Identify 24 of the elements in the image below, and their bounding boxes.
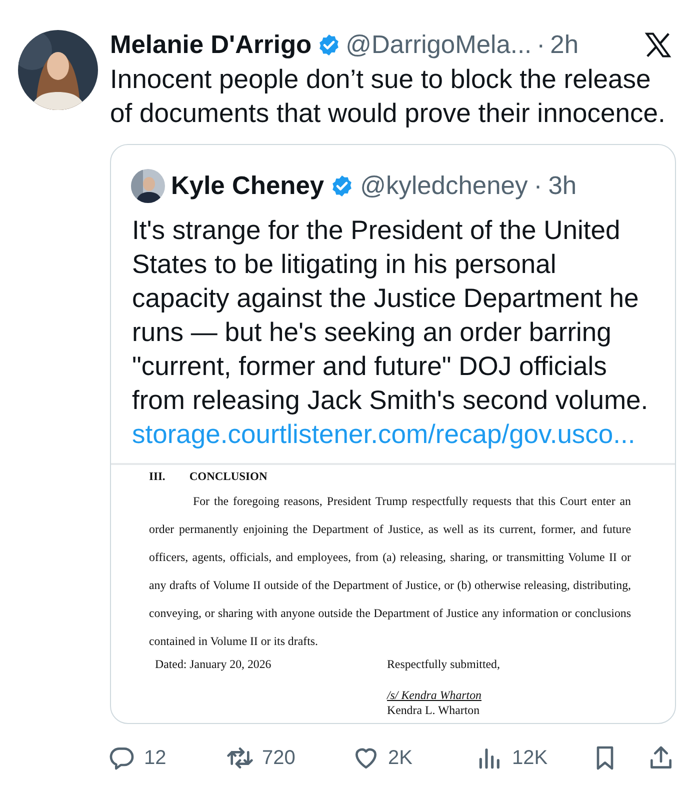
quoted-post-card[interactable] bbox=[110, 144, 676, 724]
closing-line: Respectfully submitted, bbox=[387, 657, 501, 672]
views-button[interactable]: 12K bbox=[476, 744, 591, 772]
date-line: Dated: January 20, 2026 bbox=[155, 657, 272, 673]
document-paragraph: For the foregoing reasons, President Trump respectfully requests that this Court enter an order permanently enjoining the Department of Justice, as well as its current, former, and future officers, agents, officials, and employees, from (a) releasing, sharing, or transmitting Volume II or any drafts of Volume II outside of the Department of Justice, or (b) otherwise releasing, distributing, conveying, or sharing with anyone outside the Department of Justice any information or conclusions contained in Volume II or its drafts. bbox=[149, 493, 631, 650]
separator-dot: · bbox=[534, 172, 542, 200]
author-handle[interactable]: @kyledcheney bbox=[360, 172, 528, 200]
avatar[interactable] bbox=[131, 169, 165, 203]
quoted-post-text: It's strange for the President of the United States to be litigating in his personal capacity against the Justice Department he runs — but he's seeking an order barring "current, former and future" DOJ officials from releasing Jack Smith's second volume. bbox=[131, 214, 650, 417]
section-number: III. bbox=[149, 471, 166, 483]
signer-name: Kendra L. Wharton bbox=[387, 703, 481, 718]
author-name[interactable]: Melanie D'Arrigo bbox=[110, 30, 312, 60]
reply-button[interactable]: 12 bbox=[108, 744, 226, 772]
signature: /s/ Kendra Wharton bbox=[387, 688, 482, 703]
post-time[interactable]: 3h bbox=[548, 172, 577, 200]
post-text: Innocent people don’t sue to block the release of documents that would prove their innocence. bbox=[110, 63, 666, 130]
author-handle[interactable]: @DarrigoMela... bbox=[346, 30, 532, 60]
separator-dot: · bbox=[536, 30, 546, 60]
like-button[interactable]: 2K bbox=[352, 744, 476, 772]
author-name[interactable]: Kyle Cheney bbox=[171, 172, 324, 200]
repost-button[interactable]: 720 bbox=[226, 744, 352, 772]
post-time[interactable]: 2h bbox=[550, 30, 579, 60]
section-heading: CONCLUSION bbox=[189, 471, 268, 483]
x-logo-icon[interactable] bbox=[643, 30, 673, 60]
